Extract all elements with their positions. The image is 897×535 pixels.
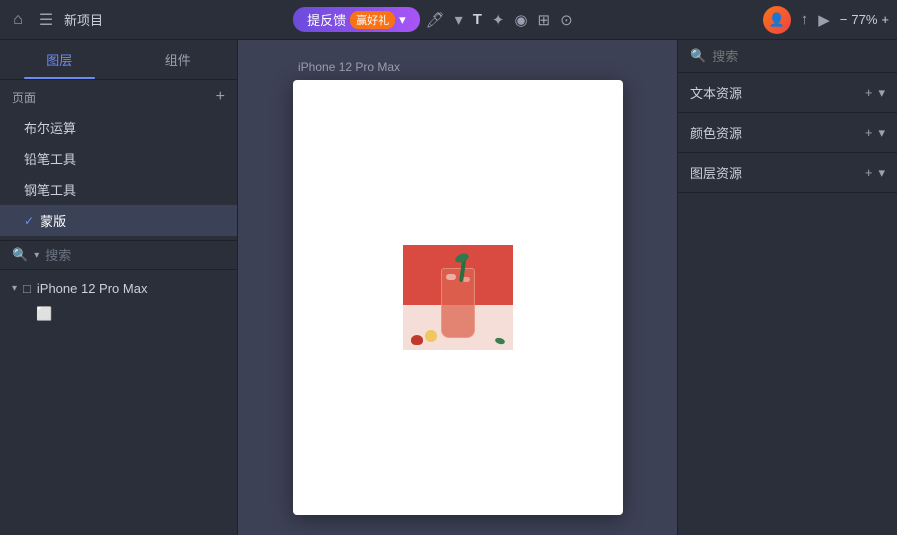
project-pill-badge: 赢好礼 — [350, 11, 395, 29]
page-item-mask[interactable]: ✓ 蒙版 — [0, 205, 237, 236]
image-icon: ⬜ — [36, 306, 52, 322]
topbar: ⌂ ☰ 新项目 提反馈 赢好礼 ▾ 🖊 ▾ T ✦ ◉ ⊞ ⊙ 👤 ↑ ▶ − … — [0, 0, 897, 40]
play-button[interactable]: ▶ — [818, 11, 830, 29]
topbar-center: 提反馈 赢好礼 ▾ 🖊 ▾ T ✦ ◉ ⊞ ⊙ — [109, 7, 757, 32]
expand-icon: ▾ — [12, 283, 17, 294]
layer-resource-add[interactable]: + — [865, 165, 873, 180]
main-body: 图层 组件 页面 + 布尔运算 铅笔工具 钢笔工具 ✓ 蒙版 — [0, 40, 897, 535]
color-resource-expand[interactable]: ▾ — [878, 125, 885, 141]
layer-search-input[interactable] — [45, 248, 225, 263]
page-list: 布尔运算 铅笔工具 钢笔工具 ✓ 蒙版 — [0, 110, 237, 238]
layer-image[interactable]: ⬜ — [0, 301, 237, 327]
color-resource-actions: + ▾ — [865, 125, 885, 141]
color-resource-add[interactable]: + — [865, 125, 873, 140]
pen-dropdown[interactable]: ▾ — [455, 10, 463, 30]
pages-label: 页面 — [12, 89, 36, 106]
color-resource-label: 颜色资源 — [690, 123, 742, 142]
topbar-right: 👤 ↑ ▶ − 77% + — [763, 6, 889, 34]
tab-layers[interactable]: 图层 — [0, 40, 119, 79]
project-pill[interactable]: 提反馈 赢好礼 ▾ — [293, 7, 420, 32]
divider-2 — [0, 269, 237, 270]
color-resource-section: 颜色资源 + ▾ — [678, 113, 897, 153]
zoom-control: − 77% + — [840, 12, 889, 27]
page-item-pencil[interactable]: 铅笔工具 — [0, 143, 237, 174]
text-resource-header[interactable]: 文本资源 + ▾ — [678, 73, 897, 112]
grid-tool[interactable]: ⊞ — [538, 11, 551, 29]
topbar-tools: 🖊 ▾ T ✦ ◉ ⊞ ⊙ — [426, 10, 573, 30]
left-panel: 图层 组件 页面 + 布尔运算 铅笔工具 钢笔工具 ✓ 蒙版 — [0, 40, 238, 535]
avatar[interactable]: 👤 — [763, 6, 791, 34]
right-search-input[interactable] — [712, 49, 888, 64]
home-icon[interactable]: ⌂ — [8, 10, 28, 30]
layer-resource-actions: + ▾ — [865, 165, 885, 181]
zoom-plus[interactable]: + — [881, 12, 889, 27]
text-resource-add[interactable]: + — [865, 85, 873, 100]
layer-search-bar: 🔍 ▾ — [0, 243, 237, 267]
layer-resource-header[interactable]: 图层资源 + ▾ — [678, 153, 897, 192]
text-resource-label: 文本资源 — [690, 83, 742, 102]
canvas-area[interactable]: iPhone 12 Pro Max — [238, 40, 677, 535]
layer-resource-expand[interactable]: ▾ — [878, 165, 885, 181]
project-title: 新项目 — [64, 10, 103, 29]
zoom-level[interactable]: 77% — [851, 12, 877, 27]
move-tool[interactable]: ✦ — [492, 11, 505, 29]
layer-iphone-frame[interactable]: ▾ □ iPhone 12 Pro Max — [0, 276, 237, 301]
project-pill-label: 提反馈 — [307, 10, 346, 29]
tab-components[interactable]: 组件 — [119, 40, 238, 79]
text-resource-actions: + ▾ — [865, 85, 885, 101]
search-dropdown: ▾ — [34, 250, 39, 261]
circle-tool[interactable]: ◉ — [514, 11, 527, 29]
layer-resource-section: 图层资源 + ▾ — [678, 153, 897, 193]
drink-image — [403, 245, 513, 350]
share-button[interactable]: ↑ — [801, 11, 809, 28]
project-pill-arrow: ▾ — [399, 12, 406, 28]
settings-tool[interactable]: ⊙ — [560, 11, 573, 29]
phone-frame — [293, 80, 623, 515]
pages-header: 页面 + — [0, 80, 237, 110]
layer-section: ▾ □ iPhone 12 Pro Max ⬜ — [0, 272, 237, 331]
frame-label: iPhone 12 Pro Max — [298, 60, 400, 74]
text-tool[interactable]: T — [473, 11, 482, 28]
search-icon: 🔍 — [12, 247, 28, 263]
add-page-button[interactable]: + — [216, 88, 225, 106]
zoom-minus[interactable]: − — [840, 12, 848, 27]
layer-label-iphone: iPhone 12 Pro Max — [37, 281, 148, 296]
menu-icon[interactable]: ☰ — [36, 10, 56, 30]
pen-tool[interactable]: 🖊 — [426, 11, 445, 29]
topbar-left: ⌂ ☰ 新项目 — [8, 10, 103, 30]
page-item-pen[interactable]: 钢笔工具 — [0, 174, 237, 205]
text-resource-section: 文本资源 + ▾ — [678, 73, 897, 113]
right-panel: 🔍 文本资源 + ▾ 颜色资源 + ▾ 图层资源 — [677, 40, 897, 535]
frame-icon: □ — [23, 281, 31, 296]
color-resource-header[interactable]: 颜色资源 + ▾ — [678, 113, 897, 152]
divider-1 — [0, 240, 237, 241]
right-search-bar: 🔍 — [678, 40, 897, 73]
text-resource-expand[interactable]: ▾ — [878, 85, 885, 101]
page-item-boolean[interactable]: 布尔运算 — [0, 112, 237, 143]
layer-resource-label: 图层资源 — [690, 163, 742, 182]
right-search-icon: 🔍 — [690, 48, 706, 64]
panel-tabs: 图层 组件 — [0, 40, 237, 80]
